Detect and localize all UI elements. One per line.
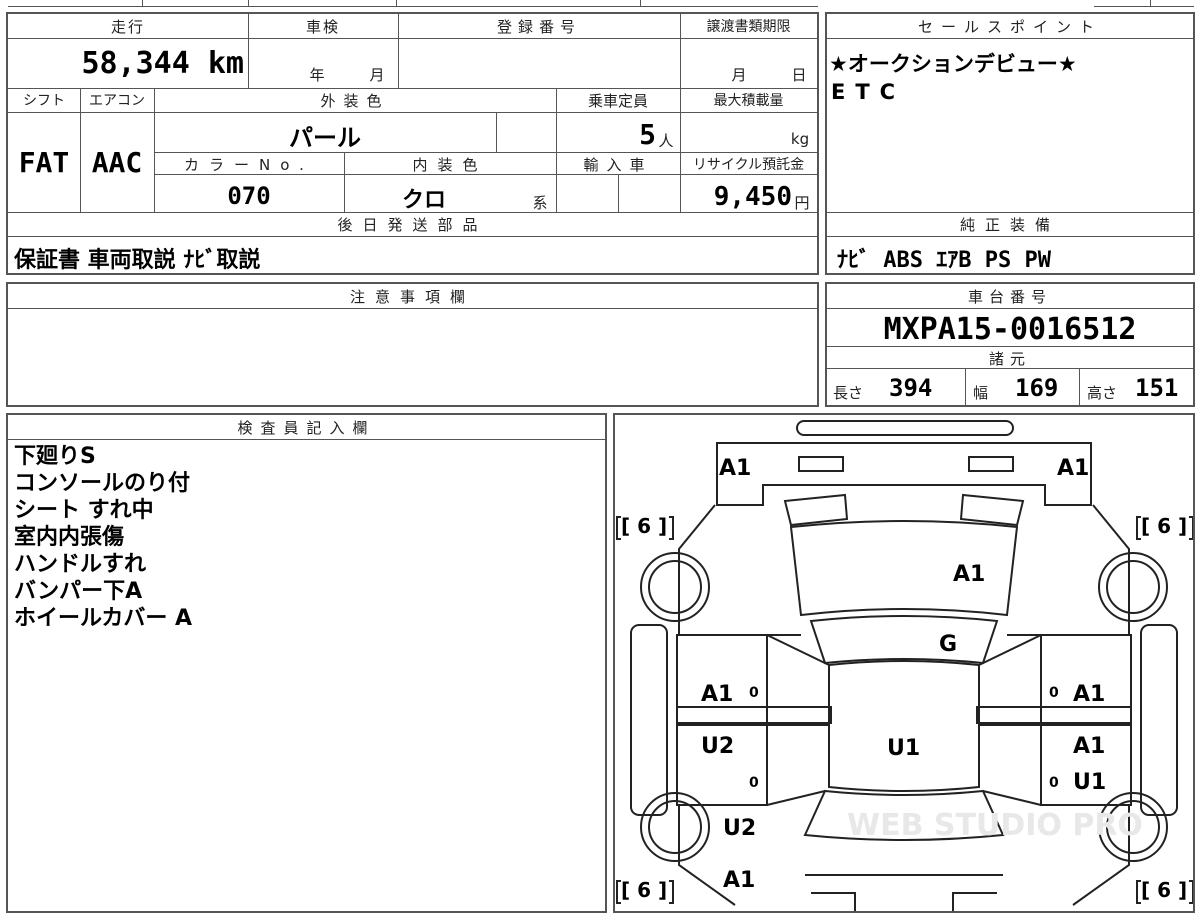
- transfer-month-unit: 月: [731, 66, 749, 84]
- exterior-color-value: パール: [289, 124, 361, 152]
- inspection-label: 車検: [305, 18, 340, 36]
- mark-rear: A1: [723, 868, 755, 893]
- sales-points-panel: セールスポイント ★オークションデビュー★ ETC 純正装備 ﾅﾋﾞ ABS ｴ…: [825, 12, 1195, 275]
- inspector-panel: 検査員記入欄 下廻りS コンソールのり付 シート すれ中 室内内張傷 ハンドルす…: [6, 413, 607, 913]
- color-no-label: カラーNo.: [184, 156, 314, 174]
- car-diagram: A1 A1 A1 G U1 A1 0 U2 0 U2 A1 A1 0 A1 U1…: [616, 420, 1193, 911]
- length-value: 394: [889, 374, 933, 402]
- capacity-value: 5: [639, 118, 656, 151]
- capacity-label: 乗車定員: [587, 92, 648, 110]
- inspector-note: ホイールカバー A: [14, 606, 193, 631]
- mileage-label: 走行: [110, 18, 145, 36]
- mark-tire-rear-left: [ 6 ]: [621, 878, 667, 902]
- inspection-month-unit: 月: [369, 66, 387, 84]
- length-label: 長さ: [833, 384, 864, 402]
- mark-left-front-door: A1: [701, 682, 733, 707]
- recycle-fee-value: 9,450: [713, 182, 792, 212]
- notes-panel: 注意事項欄: [6, 282, 819, 407]
- inspector-note: バンパー下A: [14, 579, 143, 604]
- top-strip: [0, 0, 1200, 8]
- mark-tire-front-left: [ 6 ]: [621, 514, 667, 538]
- mark-right-front-door: A1: [1073, 682, 1105, 707]
- mark-left-rear-door-zero: 0: [749, 775, 759, 791]
- standard-equipment-value: ﾅﾋﾞ ABS ｴｱB PS PW: [837, 248, 1051, 273]
- mark-tire-rear-right: [ 6 ]: [1141, 878, 1187, 902]
- height-value: 151: [1135, 374, 1179, 402]
- mark-left-rear-door: U2: [701, 734, 734, 759]
- width-value: 169: [1015, 374, 1059, 402]
- color-no-value: 070: [227, 182, 271, 210]
- transfer-deadline-label: 譲渡書類期限: [706, 19, 791, 35]
- chassis-number: MXPA15-0016512: [883, 312, 1137, 347]
- sales-point-line-1: ★オークションデビュー★: [829, 52, 1077, 76]
- mark-front-left: A1: [719, 456, 751, 481]
- aircon-value: AAC: [91, 146, 143, 179]
- watermark: WEB STUDIO PRO: [847, 808, 1143, 843]
- shift-label: シフト: [23, 93, 65, 109]
- inspector-note: 室内内張傷: [14, 525, 125, 550]
- later-parts-header: 後日発送部品: [337, 216, 488, 234]
- specs-header: 諸元: [988, 350, 1031, 368]
- mark-tire-front-right: [ 6 ]: [1141, 514, 1187, 538]
- inspector-header: 検査員記入欄: [237, 419, 376, 437]
- standard-equipment-header: 純正装備: [959, 216, 1060, 234]
- mark-hood: A1: [953, 562, 985, 587]
- later-parts-value: 保証書 車両取説 ﾅﾋﾞ取説: [14, 248, 261, 273]
- mark-roof: U1: [887, 736, 920, 761]
- sales-point-line-2: ETC: [831, 80, 906, 104]
- inspector-notes: 下廻りS コンソールのり付 シート すれ中 室内内張傷 ハンドルすれ バンパー下…: [14, 443, 192, 632]
- mark-front-right: A1: [1057, 456, 1089, 481]
- mark-right-rear-door-u: U1: [1073, 770, 1106, 795]
- mark-left-rear-quarter: U2: [723, 816, 756, 841]
- mark-windshield: G: [939, 632, 957, 657]
- import-label: 輸入車: [583, 156, 653, 174]
- capacity-unit: 人: [658, 132, 674, 150]
- car-diagram-panel: A1 A1 A1 G U1 A1 0 U2 0 U2 A1 A1 0 A1 U1…: [613, 413, 1195, 913]
- sales-points-header: セールスポイント: [917, 18, 1102, 36]
- mark-right-front-door-zero: 0: [1049, 685, 1059, 701]
- interior-label: 内装色: [412, 156, 488, 174]
- mark-left-front-door-zero: 0: [749, 685, 759, 701]
- mark-right-rear-door-a: A1: [1073, 734, 1105, 759]
- max-load-unit: kg: [790, 130, 810, 148]
- mileage-value: 58,344 km: [81, 46, 244, 81]
- inspector-note: 下廻りS: [14, 444, 96, 469]
- inspector-note: ハンドルすれ: [14, 552, 147, 577]
- exterior-label: 外装色: [320, 92, 390, 110]
- aircon-label: エアコン: [89, 93, 145, 109]
- shift-value: FAT: [18, 146, 70, 179]
- chassis-header: 車台番号: [967, 288, 1052, 306]
- notes-header: 注意事項欄: [349, 288, 475, 306]
- interior-suffix: 系: [532, 194, 548, 212]
- vehicle-info-table: 走行 車検 登録番号 譲渡書類期限 58,344 km 年 月 月 日 シフト …: [6, 12, 819, 275]
- recycle-unit: 円: [794, 194, 810, 212]
- interior-color-value: クロ: [401, 188, 446, 213]
- inspector-note: コンソールのり付: [14, 471, 191, 496]
- width-label: 幅: [973, 384, 989, 402]
- mark-right-rear-door-zero: 0: [1049, 775, 1059, 791]
- recycle-label: リサイクル預託金: [692, 157, 805, 173]
- chassis-panel: 車台番号 MXPA15-0016512 諸元 長さ 394 幅 169 高さ 1…: [825, 282, 1195, 407]
- height-label: 高さ: [1087, 384, 1118, 402]
- transfer-day-unit: 日: [791, 66, 809, 84]
- inspection-year-unit: 年: [309, 66, 327, 84]
- registration-label: 登録番号: [496, 18, 581, 36]
- inspector-note: シート すれ中: [14, 498, 154, 523]
- max-load-label: 最大積載量: [713, 93, 784, 109]
